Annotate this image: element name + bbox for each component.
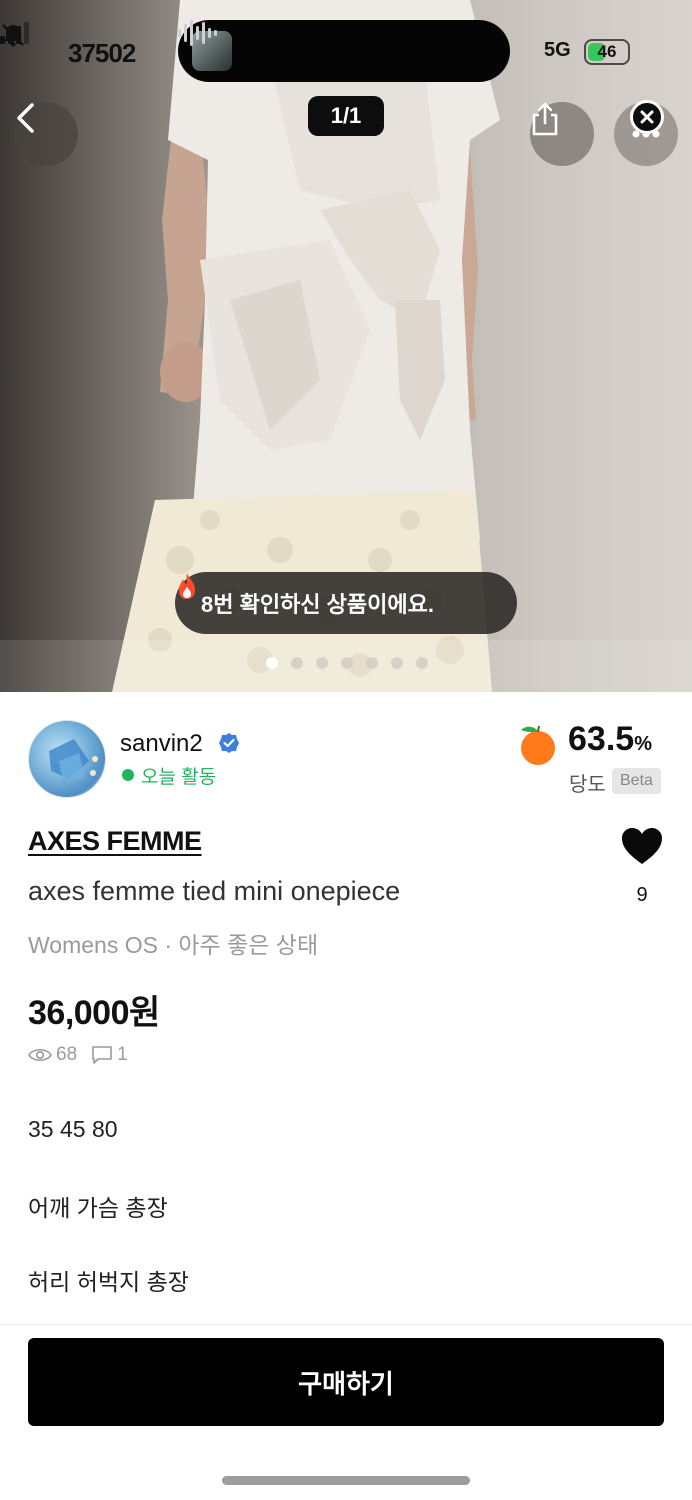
share-button[interactable] <box>530 102 594 166</box>
photo-counter: 1/1 <box>308 96 384 136</box>
signal-icon <box>0 22 29 44</box>
rate-value: 63.5 <box>568 720 635 758</box>
comment-count: 1 <box>117 1044 128 1065</box>
status-bar: 37502 5G 46 <box>0 20 692 82</box>
status-time: 37502 <box>68 38 136 68</box>
pagination-dot[interactable] <box>266 657 278 669</box>
view-count-toast: 8번 확인하신 상품이에요. <box>175 572 517 634</box>
description-line: 35 45 80 <box>28 1116 118 1142</box>
audio-wave-icon <box>178 20 217 46</box>
verified-icon <box>219 733 239 753</box>
pagination-dot[interactable] <box>316 657 328 669</box>
heart-icon[interactable] <box>620 826 664 866</box>
product-title: axes femme tied mini onepiece <box>28 876 401 906</box>
back-button[interactable] <box>14 102 78 166</box>
like-count: 9 <box>636 884 648 906</box>
product-meta: Womens OS · 아주 좋은 상태 <box>28 932 319 958</box>
dynamic-island[interactable] <box>178 20 510 82</box>
avatar-image <box>49 739 98 781</box>
share-icon <box>532 102 558 136</box>
close-icon <box>640 110 654 124</box>
rate-unit: % <box>634 733 652 755</box>
product-photo[interactable]: 37502 5G 46 1/1 8번 확인하신 상품이에요. <box>0 0 692 692</box>
pagination-dot[interactable] <box>291 657 303 669</box>
fire-icon <box>179 573 195 599</box>
product-stats: 68 1 <box>28 1042 128 1068</box>
seller-section[interactable]: sanvin2 오늘 활동 63.5% 당도 Beta <box>28 718 668 800</box>
back-arrow-icon <box>17 103 34 133</box>
product-price: 36,000원 <box>28 994 160 1032</box>
pagination-dot[interactable] <box>416 657 428 669</box>
pagination-dot[interactable] <box>366 657 378 669</box>
toast-text: 8번 확인하신 상품이에요. <box>201 592 434 617</box>
description-line: 어깨 가슴 총장 <box>28 1195 168 1221</box>
photo-pagination <box>266 657 428 669</box>
battery-icon: 46 <box>584 39 630 65</box>
brand-link[interactable]: AXES FEMME <box>28 826 202 857</box>
network-type: 5G <box>544 39 571 61</box>
beta-badge: Beta <box>612 768 661 794</box>
active-status-dot <box>122 769 134 781</box>
eye-icon <box>28 1048 52 1062</box>
sweetness-rate: 63.5% <box>568 720 652 759</box>
home-indicator[interactable] <box>222 1476 470 1485</box>
description-line: 허리 허벅지 총장 <box>28 1269 189 1295</box>
battery-percent: 46 <box>597 42 617 61</box>
view-count: 68 <box>56 1044 78 1065</box>
close-button[interactable] <box>630 100 664 134</box>
buy-button[interactable]: 구매하기 <box>28 1338 664 1426</box>
rate-label: 당도 <box>569 774 606 796</box>
bottom-divider <box>0 1324 692 1325</box>
comment-icon <box>92 1046 112 1064</box>
avatar[interactable] <box>28 720 106 798</box>
pagination-dot[interactable] <box>391 657 403 669</box>
active-status: 오늘 활동 <box>141 767 217 788</box>
pagination-dot[interactable] <box>341 657 353 669</box>
orange-icon <box>521 725 555 765</box>
seller-name[interactable]: sanvin2 <box>120 730 203 758</box>
